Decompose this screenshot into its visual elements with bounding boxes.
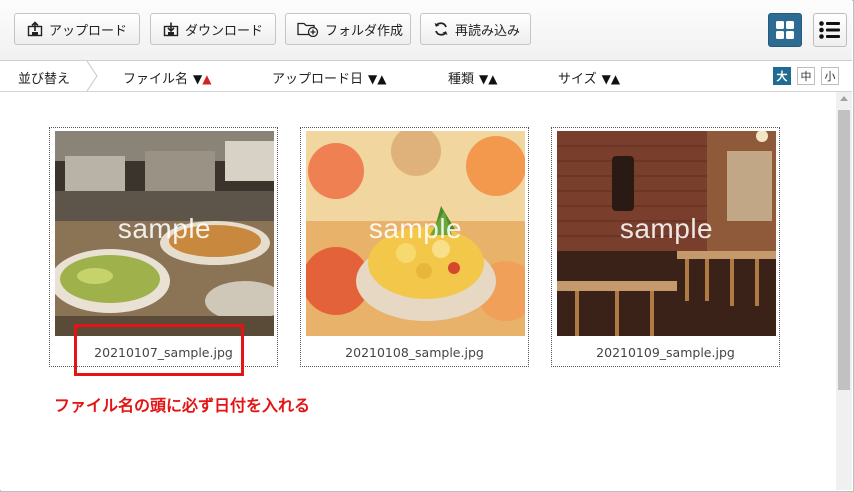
sort-type-asc[interactable]: ▲ <box>488 72 497 86</box>
watermark-text: sample <box>117 213 212 244</box>
grid-icon <box>776 21 794 39</box>
file-grid: sample 20210107_sample.jpg sample 202101… <box>0 92 836 490</box>
sort-size-desc[interactable]: ▼ <box>602 72 611 86</box>
folder-add-icon <box>297 22 319 37</box>
reload-button[interactable]: 再読み込み <box>420 13 531 45</box>
file-card[interactable]: sample 20210109_sample.jpg <box>551 127 780 367</box>
sort-filename[interactable]: ファイル名 ▼▲ <box>123 68 211 87</box>
toolbar: アップロード ダウンロード フォルダ作成 再読み込み <box>0 0 852 61</box>
annotation-note: ファイル名の頭に必ず日付を入れる <box>54 396 311 415</box>
file-thumbnail[interactable]: sample <box>55 131 274 336</box>
sort-filename-label: ファイル名 <box>123 72 189 87</box>
sort-type-label: 種類 <box>448 72 475 87</box>
scroll-up-arrow-icon[interactable] <box>840 96 848 101</box>
file-name: 20210109_sample.jpg <box>596 345 735 360</box>
list-icon <box>819 21 840 39</box>
thumb-size-large-button[interactable]: 大 <box>773 67 791 85</box>
sort-upload-date[interactable]: アップロード日 ▼▲ <box>272 68 386 87</box>
sort-filename-asc[interactable]: ▲ <box>202 72 211 86</box>
upload-label: アップロード <box>49 23 128 39</box>
download-button[interactable]: ダウンロード <box>150 13 276 45</box>
vertical-scrollbar[interactable] <box>836 92 852 490</box>
new-folder-button[interactable]: フォルダ作成 <box>285 13 411 45</box>
sort-bar: 並び替え ファイル名 ▼▲ アップロード日 ▼▲ 種類 ▼▲ サイズ ▼▲ <box>0 61 852 92</box>
file-thumbnail[interactable]: sample <box>306 131 525 336</box>
sort-size[interactable]: サイズ ▼▲ <box>558 68 620 87</box>
file-name: 20210108_sample.jpg <box>345 345 484 360</box>
grid-view-button[interactable] <box>768 13 802 47</box>
file-thumbnail[interactable]: sample <box>557 131 776 336</box>
watermark-text: sample <box>619 213 714 244</box>
sort-type-desc[interactable]: ▼ <box>479 72 488 86</box>
sort-upload-date-asc[interactable]: ▲ <box>377 72 386 86</box>
watermark-text: sample <box>368 213 463 244</box>
thumb-size-medium-button[interactable]: 中 <box>797 67 815 85</box>
download-icon <box>163 22 179 37</box>
thumb-size-small-button[interactable]: 小 <box>821 67 839 85</box>
sort-label: 並び替え <box>18 72 71 87</box>
filename-highlight-box <box>74 324 244 376</box>
scrollbar-thumb[interactable] <box>838 110 850 390</box>
reload-icon <box>434 22 448 36</box>
sort-type[interactable]: 種類 ▼▲ <box>448 68 497 87</box>
new-folder-label: フォルダ作成 <box>325 23 404 39</box>
sort-upload-date-desc[interactable]: ▼ <box>368 72 377 86</box>
upload-button[interactable]: アップロード <box>14 13 140 45</box>
sort-upload-date-label: アップロード日 <box>272 72 364 87</box>
download-label: ダウンロード <box>185 23 264 39</box>
file-card[interactable]: sample 20210108_sample.jpg <box>300 127 529 367</box>
list-view-button[interactable] <box>813 13 847 47</box>
breadcrumb-separator <box>86 61 98 91</box>
sort-size-asc[interactable]: ▲ <box>611 72 620 86</box>
sort-size-label: サイズ <box>558 72 597 87</box>
upload-icon <box>27 21 43 37</box>
reload-label: 再読み込み <box>455 23 521 39</box>
sort-filename-desc[interactable]: ▼ <box>193 72 202 86</box>
